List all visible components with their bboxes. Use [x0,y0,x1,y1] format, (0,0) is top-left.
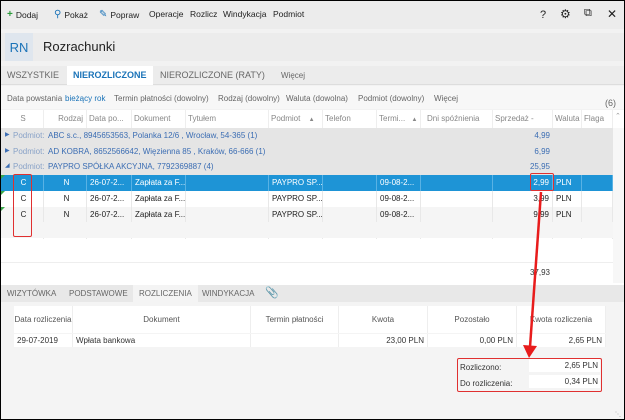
annotation-arrow-icon [523,191,543,358]
window: + Dodaj ⚲ Pokaż ✎ Popraw Operacje Rozlicz W… [1,1,624,419]
